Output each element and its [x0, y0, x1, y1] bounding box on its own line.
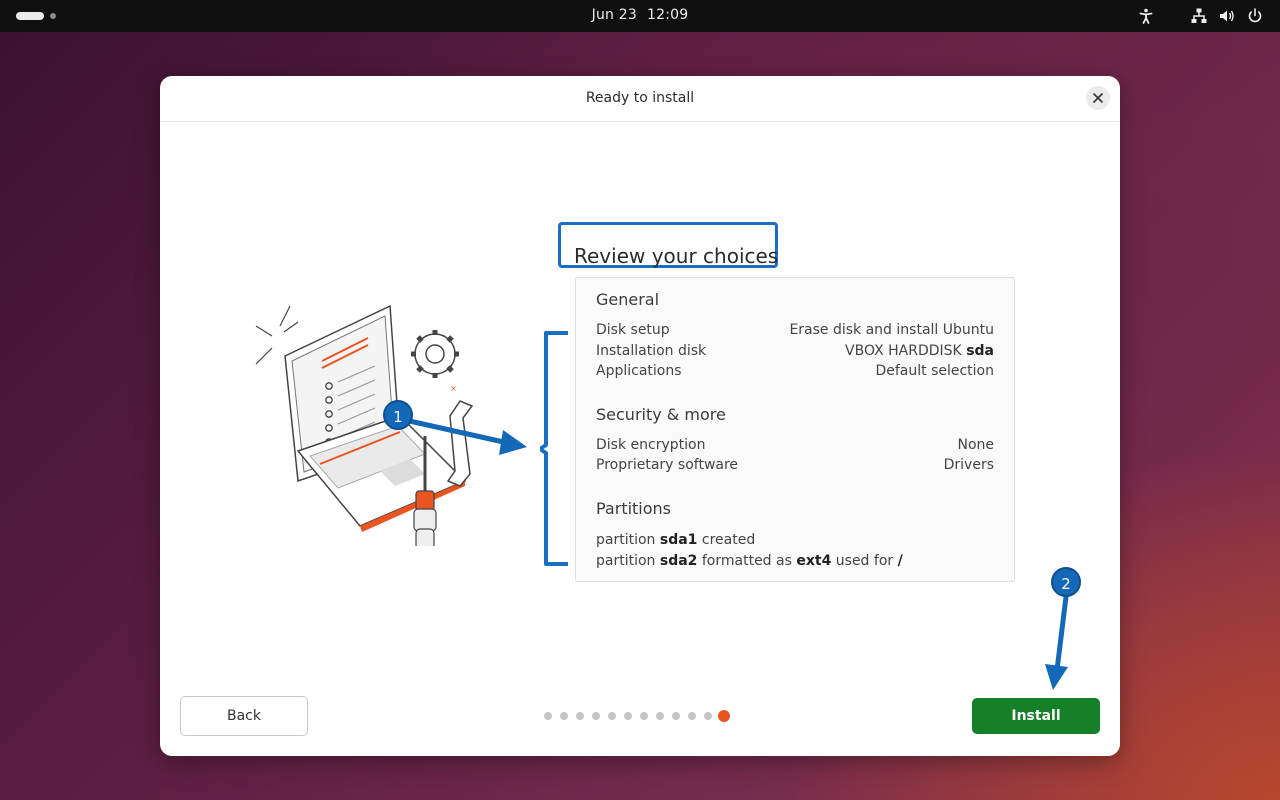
step-dot-12 [718, 710, 730, 722]
summary-row-applications: Applications Default selection [596, 363, 994, 383]
annotation-badge-2: 2 [1051, 567, 1081, 597]
annotation-badge-1: 1 [383, 400, 413, 430]
step-dot-6 [624, 712, 632, 720]
row-key: Installation disk [596, 343, 707, 359]
row-value: Default selection [875, 363, 994, 379]
row-key: Disk encryption [596, 437, 706, 453]
close-icon [1093, 93, 1103, 103]
step-dot-3 [576, 712, 584, 720]
window-header: Ready to install [160, 76, 1120, 122]
mount-point: / [897, 553, 903, 569]
disk-device: sda [966, 343, 994, 359]
partition-text: partition [596, 532, 660, 548]
step-dot-11 [704, 712, 712, 720]
summary-row-disk-encryption: Disk encryption None [596, 437, 994, 457]
section-partitions-title: Partitions [596, 499, 672, 518]
partition-text: formatted as [697, 553, 797, 569]
partition-name: sda1 [659, 532, 698, 548]
partition-text: partition [596, 553, 660, 569]
annotation-bracket [540, 331, 568, 566]
summary-row-disk-setup: Disk setup Erase disk and install Ubuntu [596, 322, 994, 342]
row-key: Proprietary software [596, 457, 739, 473]
review-title: Review your choices [574, 244, 779, 268]
disk-model: VBOX HARDDISK [845, 343, 967, 359]
power-icon[interactable] [1246, 7, 1264, 25]
partition-text: used for [831, 553, 898, 569]
row-value: Drivers [943, 457, 994, 473]
top-bar: Jun 23 12:09 [0, 0, 1280, 32]
install-button[interactable]: Install [972, 698, 1100, 734]
clock[interactable]: Jun 23 12:09 [0, 7, 1280, 23]
step-dot-9 [672, 712, 680, 720]
row-key: Disk setup [596, 322, 670, 338]
window-title: Ready to install [585, 90, 695, 106]
row-value: Erase disk and install Ubuntu [789, 322, 994, 338]
network-icon[interactable] [1190, 7, 1208, 25]
partition-line-1: partition sda1 created [596, 532, 755, 548]
back-button[interactable]: Back [180, 696, 308, 736]
partition-line-2: partition sda2 formatted as ext4 used fo… [596, 553, 903, 569]
section-general-title: General [596, 290, 660, 309]
clock-time: 12:09 [646, 7, 689, 23]
close-button[interactable] [1086, 86, 1110, 110]
summary-card: General Disk setup Erase disk and instal… [575, 277, 1015, 582]
svg-text:×: × [450, 384, 457, 393]
partition-name: sda2 [659, 553, 698, 569]
clock-date: Jun 23 [591, 7, 637, 23]
step-dot-7 [640, 712, 648, 720]
row-value: None [957, 437, 994, 453]
filesystem-type: ext4 [796, 553, 832, 569]
step-dot-5 [608, 712, 616, 720]
summary-row-installation-disk: Installation disk VBOX HARDDISK sda [596, 343, 994, 363]
gear-icon [411, 330, 459, 378]
step-dot-10 [688, 712, 696, 720]
step-dot-4 [592, 712, 600, 720]
installer-window: Ready to install × Review your choices G… [160, 76, 1120, 756]
section-security-title: Security & more [596, 405, 726, 424]
volume-icon[interactable] [1218, 7, 1236, 25]
step-dot-1 [544, 712, 552, 720]
step-dot-8 [656, 712, 664, 720]
accessibility-icon[interactable] [1137, 7, 1155, 25]
step-dot-2 [560, 712, 568, 720]
laptop-tools-illustration: ×××× [250, 296, 490, 603]
summary-row-proprietary-software: Proprietary software Drivers [596, 457, 994, 477]
row-value: VBOX HARDDISK sda [845, 343, 994, 359]
partition-text: created [697, 532, 756, 548]
row-key: Applications [596, 363, 682, 379]
